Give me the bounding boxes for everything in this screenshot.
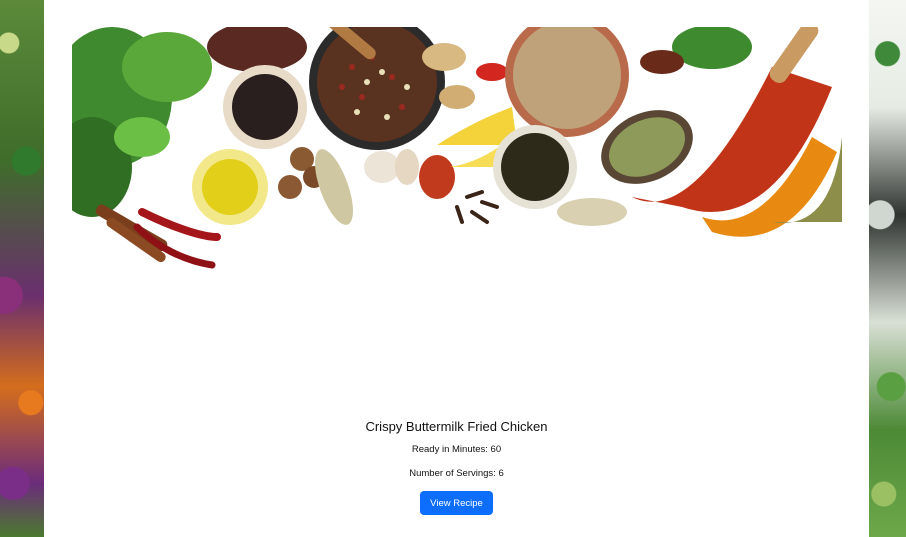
background-vegetables-right [869, 0, 906, 537]
recipe-image-spices [72, 27, 842, 287]
background-vegetables-left [0, 0, 44, 537]
ready-in-minutes: Ready in Minutes: 60 [411, 444, 502, 455]
spices-illustration [72, 27, 842, 269]
number-of-servings: Number of Servings: 6 [409, 468, 504, 479]
recipe-title: Crispy Buttermilk Fried Chicken [365, 419, 548, 434]
recipe-card: Crispy Buttermilk Fried Chicken Ready in… [44, 0, 869, 537]
view-recipe-button[interactable]: View Recipe [420, 491, 493, 515]
